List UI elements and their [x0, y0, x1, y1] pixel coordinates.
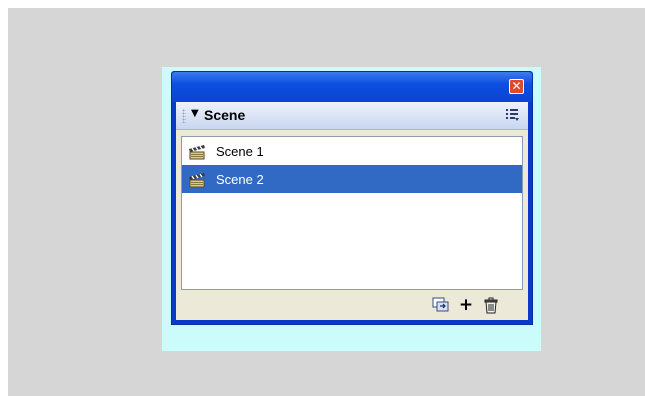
duplicate-scene-button[interactable] — [431, 295, 451, 315]
panel-header[interactable]: ▼ Scene — [176, 102, 528, 130]
delete-scene-button[interactable] — [481, 295, 501, 315]
scene-label: Scene 2 — [216, 171, 264, 187]
trash-icon — [484, 297, 498, 313]
drag-grip-icon[interactable] — [182, 109, 186, 123]
add-scene-icon: + — [458, 295, 474, 315]
clapperboard-icon — [189, 144, 205, 159]
scene-label: Scene 1 — [216, 143, 264, 159]
clapperboard-icon — [189, 172, 205, 187]
duplicate-scene-icon — [432, 297, 449, 312]
panel-title: Scene — [204, 107, 246, 123]
panel-body: ▼ Scene Scene 1 Scene 2 + — [176, 102, 528, 320]
add-scene-button[interactable]: + — [456, 295, 476, 315]
panel-options-icon[interactable] — [505, 108, 520, 122]
scene-list[interactable]: Scene 1 Scene 2 — [181, 136, 523, 290]
window-titlebar[interactable]: ✕ — [172, 72, 532, 102]
scene-list-item[interactable]: Scene 1 — [182, 137, 522, 165]
close-icon[interactable]: ✕ — [509, 79, 524, 94]
collapse-arrow-icon[interactable]: ▼ — [191, 108, 199, 119]
panel-footer: + — [176, 290, 528, 320]
scene-list-item[interactable]: Scene 2 — [182, 165, 522, 193]
scene-panel-window: ✕ ▼ Scene Scene 1 Scene 2 + — [171, 71, 533, 325]
